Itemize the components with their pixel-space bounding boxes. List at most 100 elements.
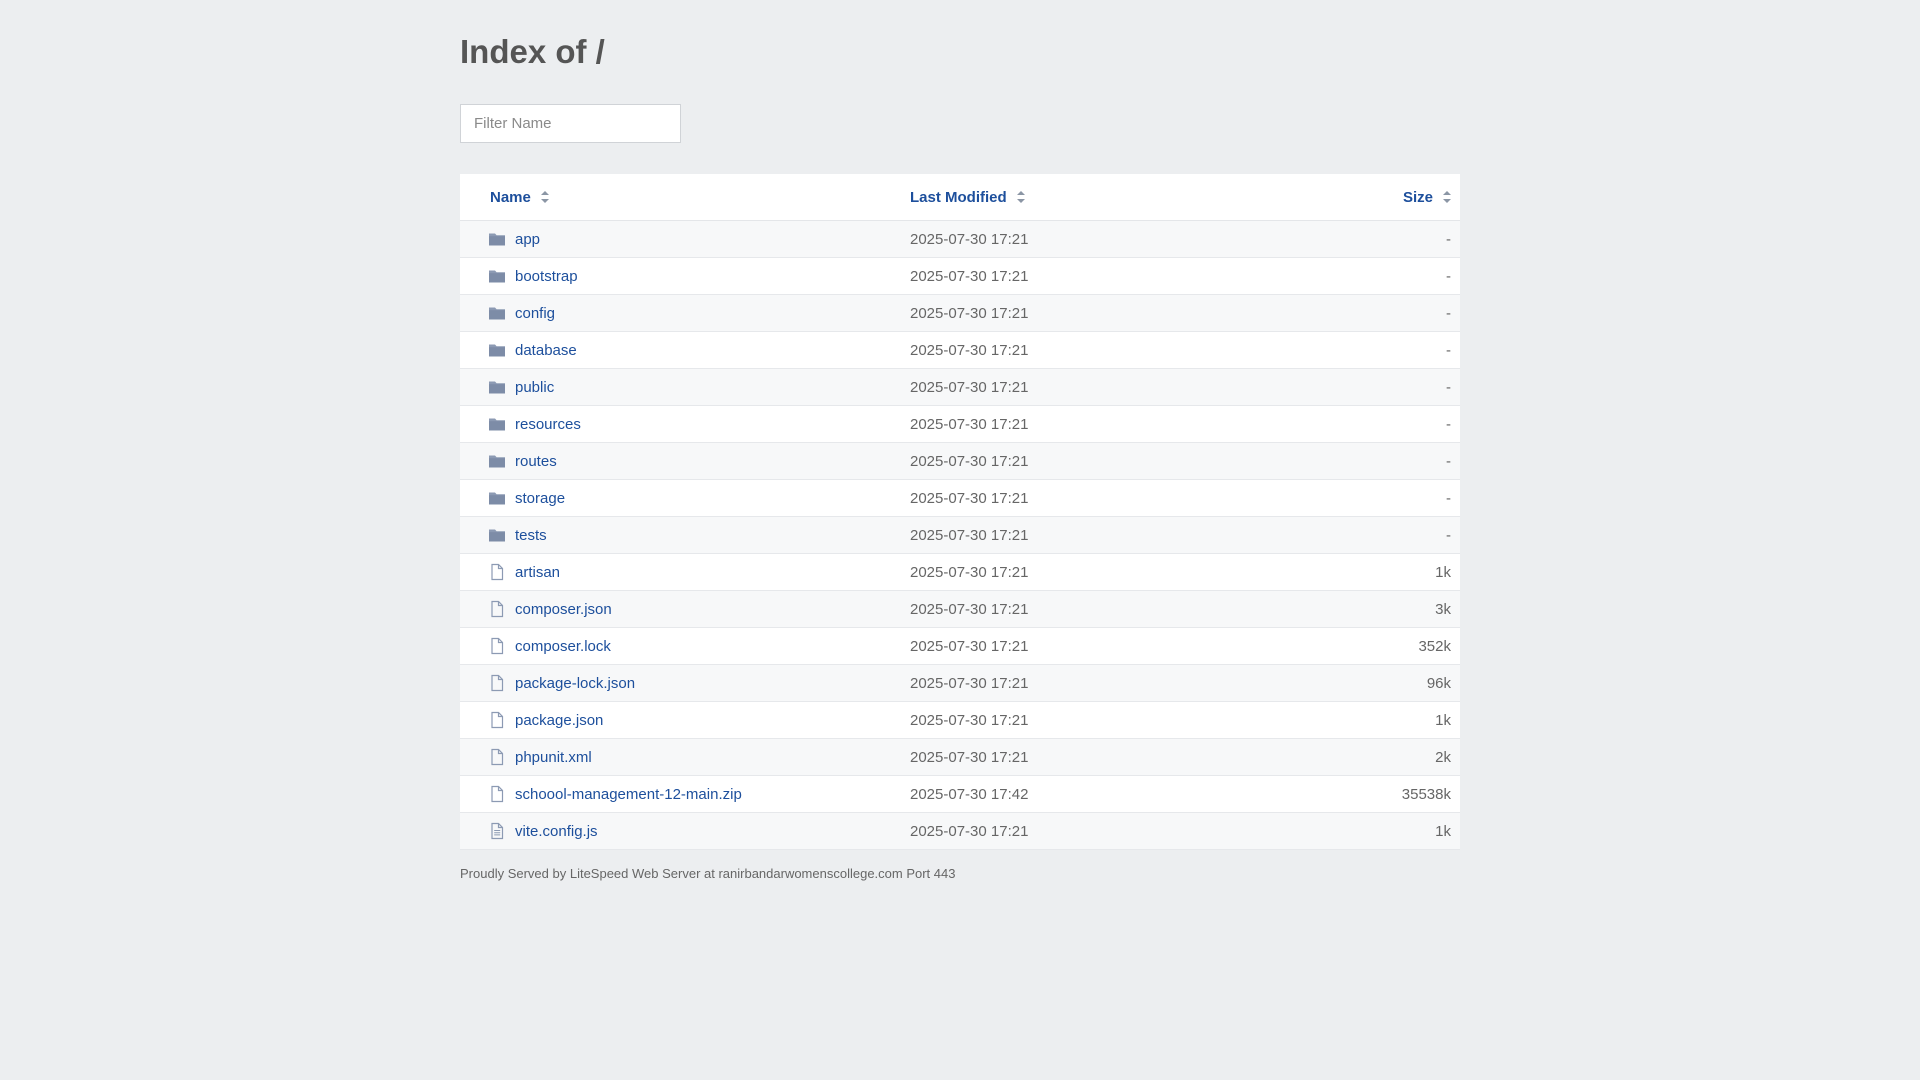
size-cell: - [1446, 489, 1451, 507]
size-cell: 2k [1435, 748, 1451, 766]
entry-name-link[interactable]: composer.lock [515, 638, 611, 655]
table-row: package.json 2025-07-30 17:21 1k [460, 702, 1460, 739]
table-row: public 2025-07-30 17:21 - [460, 369, 1460, 406]
last-modified-cell: 2025-07-30 17:21 [910, 304, 1029, 322]
file-icon [488, 637, 506, 655]
table-row: routes 2025-07-30 17:21 - [460, 443, 1460, 480]
entry-name-link[interactable]: package.json [515, 712, 603, 729]
last-modified-cell: 2025-07-30 17:21 [910, 748, 1029, 766]
table-row: config 2025-07-30 17:21 - [460, 295, 1460, 332]
table-row: schoool-management-12-main.zip 2025-07-30… [460, 776, 1460, 813]
table-body: app 2025-07-30 17:21 - bootstrap 2025-07-30 … [460, 221, 1460, 850]
last-modified-cell: 2025-07-30 17:21 [910, 563, 1029, 581]
sort-by-size-button[interactable]: Size [1403, 189, 1451, 206]
entry-name-link[interactable]: schoool-management-12-main.zip [515, 786, 742, 803]
size-cell: 3k [1435, 600, 1451, 618]
entry-name-link[interactable]: composer.json [515, 601, 612, 618]
size-cell: - [1446, 378, 1451, 396]
sort-icon [1016, 191, 1025, 203]
size-cell: 35538k [1401, 785, 1451, 803]
table-row: app 2025-07-30 17:21 - [460, 221, 1460, 258]
column-name-label: Name [490, 188, 531, 206]
sort-by-name-button[interactable]: Name [490, 189, 549, 206]
entry-name-link[interactable]: storage [515, 490, 565, 507]
entry-name-link[interactable]: database [515, 342, 577, 359]
last-modified-cell: 2025-07-30 17:21 [910, 378, 1029, 396]
last-modified-cell: 2025-07-30 17:21 [910, 489, 1029, 507]
filter-name-input[interactable] [460, 104, 681, 143]
last-modified-cell: 2025-07-30 17:21 [910, 267, 1029, 285]
folder-icon [488, 267, 506, 285]
size-cell: - [1446, 304, 1451, 322]
entry-name-link[interactable]: package-lock.json [515, 675, 635, 692]
entry-name-link[interactable]: tests [515, 527, 547, 544]
last-modified-cell: 2025-07-30 17:21 [910, 822, 1029, 840]
entry-name-link[interactable]: bootstrap [515, 268, 578, 285]
table-row: bootstrap 2025-07-30 17:21 - [460, 258, 1460, 295]
last-modified-cell: 2025-07-30 17:21 [910, 415, 1029, 433]
table-row: database 2025-07-30 17:21 - [460, 332, 1460, 369]
column-size-label: Size [1402, 188, 1433, 206]
file-icon [488, 674, 506, 692]
table-row: package-lock.json 2025-07-30 17:21 96k [460, 665, 1460, 702]
entry-name-link[interactable]: artisan [515, 564, 560, 581]
folder-icon [488, 341, 506, 359]
file-icon [488, 711, 506, 729]
last-modified-cell: 2025-07-30 17:21 [910, 230, 1029, 248]
last-modified-cell: 2025-07-30 17:21 [910, 341, 1029, 359]
file-icon [488, 748, 506, 766]
entry-name-link[interactable]: phpunit.xml [515, 749, 592, 766]
folder-icon [488, 304, 506, 322]
entry-name-link[interactable]: resources [515, 416, 581, 433]
file-icon [488, 600, 506, 618]
size-cell: - [1446, 415, 1451, 433]
folder-icon [488, 378, 506, 396]
file-table: Name Last Modified Size app 2025-07-30 17… [460, 174, 1460, 858]
size-cell: 1k [1435, 711, 1451, 729]
size-cell: 352k [1418, 637, 1451, 655]
table-row: composer.lock 2025-07-30 17:21 352k [460, 628, 1460, 665]
table-row: phpunit.xml 2025-07-30 17:21 2k [460, 739, 1460, 776]
entry-name-link[interactable]: routes [515, 453, 557, 470]
size-cell: 96k [1426, 674, 1451, 692]
page-title: Index of / [460, 33, 605, 70]
last-modified-cell: 2025-07-30 17:21 [910, 674, 1029, 692]
folder-icon [488, 489, 506, 507]
last-modified-cell: 2025-07-30 17:21 [910, 637, 1029, 655]
size-cell: 1k [1435, 822, 1451, 840]
sort-icon [1443, 191, 1451, 203]
last-modified-cell: 2025-07-30 17:21 [910, 452, 1029, 470]
entry-name-link[interactable]: app [515, 231, 540, 248]
table-row: tests 2025-07-30 17:21 - [460, 517, 1460, 554]
file-icon [488, 563, 506, 581]
table-row: artisan 2025-07-30 17:21 1k [460, 554, 1460, 591]
entry-name-link[interactable]: config [515, 305, 555, 322]
table-row: resources 2025-07-30 17:21 - [460, 406, 1460, 443]
size-cell: 1k [1435, 563, 1451, 581]
sort-icon [540, 191, 549, 203]
folder-icon [488, 526, 506, 544]
table-row: composer.json 2025-07-30 17:21 3k [460, 591, 1460, 628]
table-row: storage 2025-07-30 17:21 - [460, 480, 1460, 517]
size-cell: - [1446, 452, 1451, 470]
folder-icon [488, 230, 506, 248]
last-modified-cell: 2025-07-30 17:21 [910, 711, 1029, 729]
table-header: Name Last Modified Size [460, 174, 1460, 221]
server-footer: Proudly Served by LiteSpeed Web Server a… [460, 866, 956, 881]
last-modified-cell: 2025-07-30 17:21 [910, 600, 1029, 618]
entry-name-link[interactable]: vite.config.js [515, 823, 598, 840]
folder-icon [488, 415, 506, 433]
sort-by-modified-button[interactable]: Last Modified [910, 189, 1330, 206]
file-icon [488, 785, 506, 803]
text-file-icon [488, 822, 506, 840]
size-cell: - [1446, 341, 1451, 359]
size-cell: - [1446, 526, 1451, 544]
size-cell: - [1446, 267, 1451, 285]
last-modified-cell: 2025-07-30 17:21 [910, 526, 1029, 544]
table-row: vite.config.js 2025-07-30 17:21 1k [460, 813, 1460, 850]
folder-icon [488, 452, 506, 470]
size-cell: - [1446, 230, 1451, 248]
last-modified-cell: 2025-07-30 17:42 [910, 785, 1029, 803]
column-modified-label: Last Modified [910, 188, 1007, 206]
entry-name-link[interactable]: public [515, 379, 554, 396]
